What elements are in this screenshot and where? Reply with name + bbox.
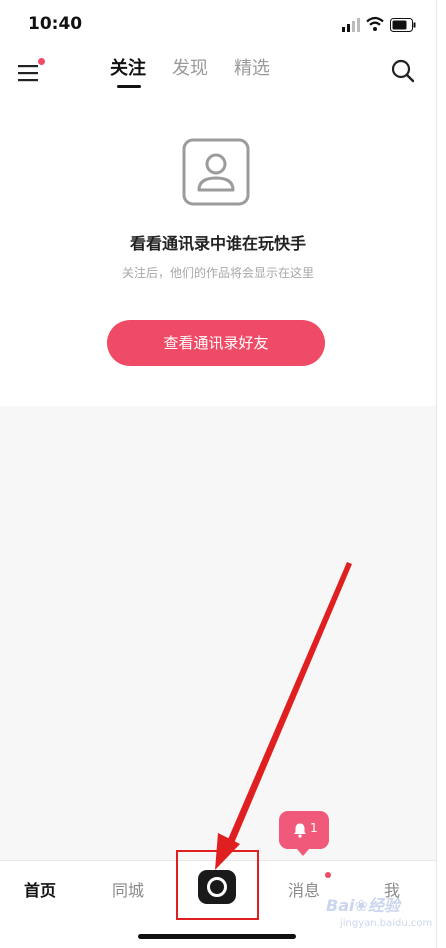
wifi-icon	[366, 16, 384, 31]
nav-home[interactable]: 首页	[24, 877, 56, 901]
battery-icon	[390, 18, 416, 32]
empty-state-subtitle: 关注后，他们的作品将会显示在这里	[121, 266, 314, 280]
view-contacts-button[interactable]: 查看通讯录好友	[107, 320, 325, 366]
watermark-main: Bai❀经验	[326, 896, 400, 915]
tab-featured[interactable]: 精选	[234, 54, 270, 88]
watermark-sub: jingyan.baidu.com	[340, 918, 433, 929]
menu-button[interactable]	[18, 58, 45, 82]
app-screen: 10:40 关注 发现 精选 看看通讯录中谁在玩快手 关注后，他们的作品将会显示…	[0, 0, 436, 948]
status-bar: 10:40	[0, 0, 436, 48]
tab-following[interactable]: 关注	[110, 54, 146, 88]
contact-card-icon	[182, 138, 250, 206]
nav-local[interactable]: 同城	[112, 877, 144, 901]
search-icon[interactable]	[390, 58, 416, 84]
right-border-strip	[436, 0, 446, 948]
bell-icon	[294, 823, 306, 838]
camera-button[interactable]	[198, 870, 236, 904]
empty-state-title: 看看通讯录中谁在玩快手	[129, 234, 306, 253]
menu-icon	[18, 65, 38, 82]
notification-count: 1	[310, 821, 318, 835]
status-time: 10:40	[28, 14, 83, 34]
notification-bubble[interactable]: 1	[279, 811, 329, 856]
menu-badge-dot	[38, 58, 45, 65]
camera-icon	[207, 877, 227, 897]
feed-tabs: 关注 发现 精选	[110, 54, 270, 90]
tab-discover[interactable]: 发现	[172, 54, 208, 88]
messages-badge-dot	[325, 872, 331, 878]
empty-state: 看看通讯录中谁在玩快手 关注后，他们的作品将会显示在这里 查看通讯录好友	[0, 94, 436, 406]
baidu-watermark: Bai❀经验 jingyan.baidu.com	[326, 892, 432, 936]
home-indicator	[138, 934, 296, 939]
nav-messages[interactable]: 消息	[288, 877, 320, 901]
top-nav: 关注 发现 精选	[0, 48, 436, 94]
cellular-signal-icon	[342, 18, 360, 32]
